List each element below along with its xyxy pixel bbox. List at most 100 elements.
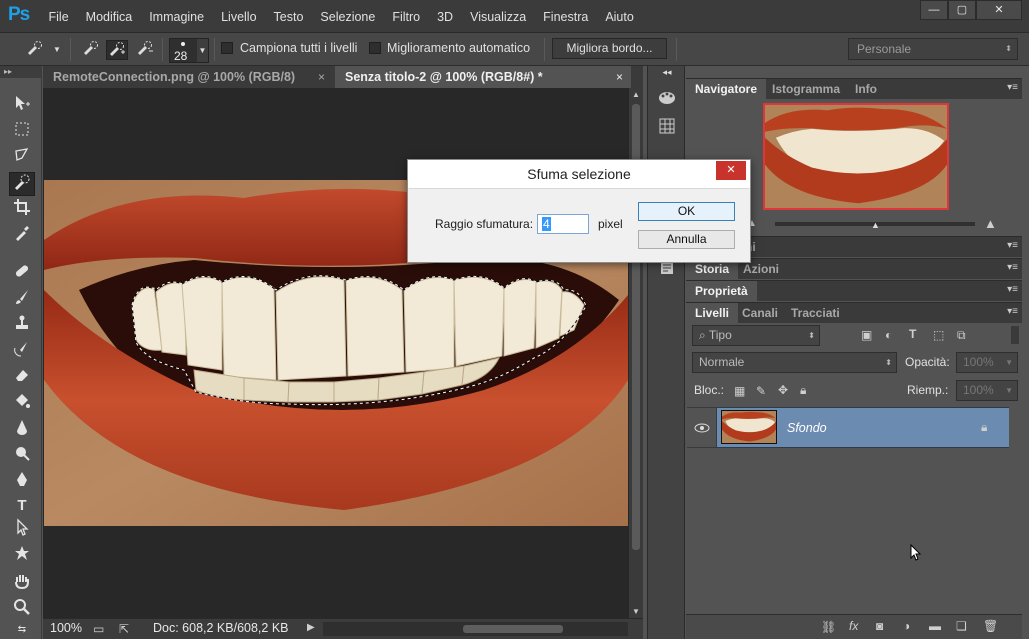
layer-visibility-toggle[interactable]	[687, 407, 717, 448]
tab-paths[interactable]: Tracciati	[782, 303, 849, 323]
eyedropper-tool-icon[interactable]	[9, 224, 35, 248]
tab-close-icon[interactable]: ×	[616, 66, 623, 88]
menu-file[interactable]: File	[40, 10, 77, 24]
menu-aiuto[interactable]: Aiuto	[597, 10, 643, 24]
toolbox-collapse-icon[interactable]: ▸▸	[0, 66, 42, 78]
swap-colors-icon[interactable]: ⇆	[9, 618, 35, 639]
filter-pixel-icon[interactable]: ▣	[861, 328, 872, 342]
blur-tool-icon[interactable]	[9, 418, 35, 442]
marquee-tool-icon[interactable]	[9, 120, 35, 144]
lock-image-icon[interactable]: ✎	[756, 384, 766, 398]
subtract-from-selection-icon[interactable]	[134, 40, 156, 60]
ok-button[interactable]: OK	[638, 202, 735, 221]
healing-brush-tool-icon[interactable]	[9, 262, 35, 286]
tab-properties[interactable]: Proprietà	[686, 281, 757, 301]
add-mask-icon[interactable]: ◙	[876, 619, 883, 633]
menu-selezione[interactable]: Selezione	[312, 10, 384, 24]
scroll-up-icon[interactable]: ▲	[632, 90, 640, 99]
filter-shape-icon[interactable]: ⬚	[933, 328, 944, 342]
panel-menu-icon[interactable]: ▾≡	[1007, 306, 1018, 317]
sample-all-layers-checkbox[interactable]	[221, 42, 233, 54]
scroll-down-icon[interactable]: ▼	[632, 607, 640, 616]
swatches-panel-icon[interactable]	[656, 118, 678, 140]
shape-tool-icon[interactable]	[9, 544, 35, 568]
filter-smart-object-icon[interactable]: ⧉	[957, 328, 966, 343]
fill-field[interactable]: 100% ▼	[956, 380, 1018, 401]
panel-menu-icon[interactable]: ▾≡	[1007, 240, 1018, 251]
brush-size-picker[interactable]: 28 ▼	[169, 38, 209, 63]
navigator-zoom-knob[interactable]: ▲	[871, 220, 880, 230]
hand-tool-icon[interactable]	[9, 572, 35, 596]
gpu-status-icon[interactable]: ▭	[93, 622, 104, 636]
eraser-tool-icon[interactable]	[9, 366, 35, 390]
paint-bucket-tool-icon[interactable]	[9, 392, 35, 416]
zoom-in-mountain-icon[interactable]: ▲	[984, 216, 997, 231]
maximize-button[interactable]: ▢	[948, 0, 976, 20]
notes-panel-icon[interactable]	[656, 260, 678, 282]
tab-navigator[interactable]: Navigatore	[686, 79, 767, 99]
export-icon[interactable]: ⇱	[119, 622, 129, 636]
link-layers-icon[interactable]: ⛓	[821, 620, 836, 634]
clone-stamp-tool-icon[interactable]	[9, 314, 35, 338]
pen-tool-icon[interactable]	[9, 470, 35, 494]
menu-testo[interactable]: Testo	[265, 10, 312, 24]
lock-position-icon[interactable]: ✥	[778, 383, 788, 397]
color-panel-icon[interactable]	[656, 90, 678, 112]
feather-radius-input[interactable]: 4	[537, 214, 589, 234]
quick-selection-tool-icon[interactable]	[9, 172, 35, 196]
crop-tool-icon[interactable]	[9, 198, 35, 222]
panel-menu-icon[interactable]: ▾≡	[1007, 82, 1018, 93]
tab-info[interactable]: Info	[846, 79, 886, 99]
tab-layers[interactable]: Livelli	[686, 303, 739, 323]
add-to-selection-icon[interactable]	[106, 40, 128, 60]
lock-all-icon[interactable]: 🔒︎	[800, 383, 806, 398]
layer-name[interactable]: Sfondo	[787, 421, 827, 435]
tab-remote-connection[interactable]: RemoteConnection.png @ 100% (RGB/8) ×	[43, 66, 333, 88]
close-window-button[interactable]: ✕	[976, 0, 1022, 20]
move-tool-icon[interactable]	[9, 94, 35, 118]
path-selection-tool-icon[interactable]	[9, 518, 35, 542]
panel-menu-icon[interactable]: ▾≡	[1007, 262, 1018, 273]
minimize-button[interactable]: —	[920, 0, 948, 20]
dodge-tool-icon[interactable]	[9, 444, 35, 468]
layer-filter-kind-select[interactable]: ⌕ Tipo ⬍	[692, 325, 820, 346]
filter-adjustment-icon[interactable]: ◐	[885, 328, 892, 342]
horizontal-scrollbar[interactable]	[323, 622, 628, 636]
tab-close-icon[interactable]: ×	[318, 66, 325, 88]
menu-filtro[interactable]: Filtro	[384, 10, 429, 24]
status-menu-arrow-icon[interactable]: ▶	[307, 622, 315, 633]
history-brush-tool-icon[interactable]	[9, 340, 35, 364]
dialog-close-button[interactable]: ✕	[716, 161, 746, 180]
menu-immagine[interactable]: Immagine	[141, 10, 213, 24]
filter-toggle[interactable]	[1011, 326, 1019, 344]
new-selection-icon[interactable]	[80, 40, 102, 60]
panel-menu-icon[interactable]: ▾≡	[1007, 284, 1018, 295]
layer-style-icon[interactable]: fx	[849, 619, 858, 633]
refine-edge-button[interactable]: Migliora bordo...	[552, 38, 667, 59]
quick-selection-preset-icon[interactable]	[24, 40, 46, 60]
adjustment-layer-icon[interactable]: ◑	[903, 619, 910, 633]
menu-livello[interactable]: Livello	[213, 10, 265, 24]
brush-tool-icon[interactable]	[9, 288, 35, 312]
lasso-tool-icon[interactable]	[9, 146, 35, 170]
zoom-level[interactable]: 100%	[50, 621, 82, 635]
menu-finestra[interactable]: Finestra	[535, 10, 597, 24]
auto-enhance-checkbox[interactable]	[369, 42, 381, 54]
workspace-select[interactable]: Personale ⬍	[848, 38, 1018, 60]
horizontal-scroll-thumb[interactable]	[463, 625, 563, 633]
filter-type-icon[interactable]: T	[909, 327, 916, 341]
cancel-button[interactable]: Annulla	[638, 230, 735, 249]
opacity-field[interactable]: 100% ▼	[956, 352, 1018, 373]
preset-dropdown-arrow-icon[interactable]: ▼	[46, 40, 68, 60]
strip-collapse-icon[interactable]: ◂◂	[656, 66, 678, 78]
new-group-icon[interactable]: ▬	[929, 619, 941, 633]
tab-channels[interactable]: Canali	[733, 303, 787, 323]
new-layer-icon[interactable]: ❏	[956, 619, 967, 633]
brush-dropdown-arrow-icon[interactable]: ▼	[197, 39, 208, 62]
menu-modifica[interactable]: Modifica	[77, 10, 141, 24]
lock-transparent-icon[interactable]: ▦	[734, 384, 745, 398]
menu-visualizza[interactable]: Visualizza	[462, 10, 535, 24]
tab-histogram[interactable]: Istogramma	[763, 79, 849, 99]
type-tool-icon[interactable]: T	[9, 494, 35, 518]
tab-senza-titolo[interactable]: Senza titolo-2 @ 100% (RGB/8#) * ×	[335, 66, 631, 88]
